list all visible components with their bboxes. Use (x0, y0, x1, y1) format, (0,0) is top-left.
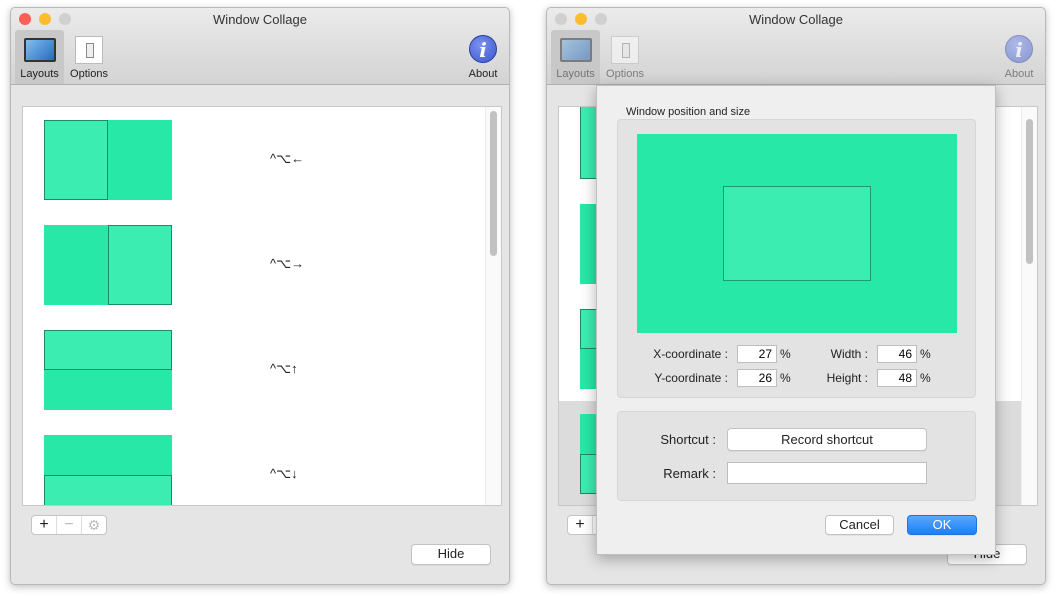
scrollbar[interactable] (1021, 107, 1037, 505)
add-layout-button[interactable]: + (32, 516, 57, 534)
layout-row[interactable]: ^⌥↑ (23, 317, 485, 422)
window-preview-handle[interactable] (723, 185, 871, 282)
layout-thumbnail (44, 120, 172, 200)
info-icon: i (469, 35, 497, 63)
record-shortcut-button[interactable]: Record shortcut (727, 428, 927, 451)
layout-thumbnail (44, 435, 172, 505)
tab-layouts[interactable]: Layouts (15, 30, 64, 84)
toolbar: Window Collage Layouts Options i About (547, 8, 1045, 85)
layout-highlight (44, 330, 172, 370)
shortcut-group: Shortcut : Record shortcut Remark : (617, 411, 976, 501)
scrollbar-thumb[interactable] (490, 111, 497, 256)
remark-input[interactable] (727, 462, 927, 484)
tab-options-label: Options (70, 68, 108, 80)
x-label: X-coordinate : (653, 347, 728, 361)
add-layout-button[interactable]: + (568, 516, 593, 534)
tab-about-label: About (468, 68, 498, 80)
width-input[interactable] (877, 345, 917, 363)
scrollbar[interactable] (485, 107, 501, 505)
layout-row[interactable]: ^⌥↓ (23, 422, 485, 505)
layout-shortcut: ^⌥↓ (270, 466, 298, 481)
hide-button[interactable]: Hide (411, 544, 491, 565)
remove-layout-button[interactable]: − (57, 516, 82, 534)
main-window: Window Collage Layouts Options i About ^⌥… (10, 7, 510, 585)
width-unit: % (920, 347, 931, 361)
tab-layouts-label: Layouts (556, 68, 595, 80)
shortcut-label: Shortcut : (660, 432, 716, 447)
layout-edit-sheet: Window position and size X-coordinate : … (596, 85, 996, 555)
layout-highlight (44, 475, 172, 505)
monitor-icon (23, 38, 56, 62)
remark-label: Remark : (663, 466, 716, 481)
layout-highlight (108, 225, 172, 305)
screen-preview (637, 134, 957, 333)
gear-icon[interactable]: ⚙ (82, 516, 106, 534)
tab-options-label: Options (606, 68, 644, 80)
width-label: Width : (830, 347, 868, 361)
tab-options[interactable]: Options (66, 30, 112, 84)
height-label: Height : (826, 371, 868, 385)
layout-row[interactable]: ^⌥→ (23, 212, 485, 317)
cancel-button[interactable]: Cancel (825, 515, 894, 535)
layout-row[interactable]: ^⌥← (23, 107, 485, 212)
toolbar: Window Collage Layouts Options i About (11, 8, 509, 85)
height-unit: % (920, 371, 931, 385)
tab-about[interactable]: i About (997, 30, 1041, 84)
scrollbar-thumb[interactable] (1026, 119, 1033, 264)
height-input[interactable] (877, 369, 917, 387)
window-title: Window Collage (749, 12, 843, 27)
ok-button[interactable]: OK (907, 515, 977, 535)
switch-icon (75, 36, 103, 64)
y-coordinate-input[interactable] (737, 369, 777, 387)
layouts-list: ^⌥← ^⌥→ ^⌥↑ ^⌥↓ (22, 106, 502, 506)
x-coordinate-input[interactable] (737, 345, 777, 363)
tab-about-label: About (1004, 68, 1034, 80)
window-title: Window Collage (213, 12, 307, 27)
layout-shortcut: ^⌥→ (270, 256, 305, 271)
y-label: Y-coordinate : (654, 371, 728, 385)
layout-thumbnail (44, 330, 172, 410)
group-title: Window position and size (626, 106, 751, 118)
switch-icon (611, 36, 639, 64)
layout-shortcut: ^⌥← (270, 151, 305, 166)
info-icon: i (1005, 35, 1033, 63)
layout-shortcut: ^⌥↑ (270, 361, 298, 376)
layout-highlight (44, 120, 108, 200)
tab-layouts[interactable]: Layouts (551, 30, 600, 84)
tab-about[interactable]: i About (461, 30, 505, 84)
monitor-icon (559, 38, 592, 62)
layout-thumbnail (44, 225, 172, 305)
list-controls: + − ⚙ (31, 515, 107, 535)
tab-options[interactable]: Options (602, 30, 648, 84)
tab-layouts-label: Layouts (20, 68, 59, 80)
position-group: X-coordinate : % Y-coordinate : % Width … (617, 119, 976, 398)
